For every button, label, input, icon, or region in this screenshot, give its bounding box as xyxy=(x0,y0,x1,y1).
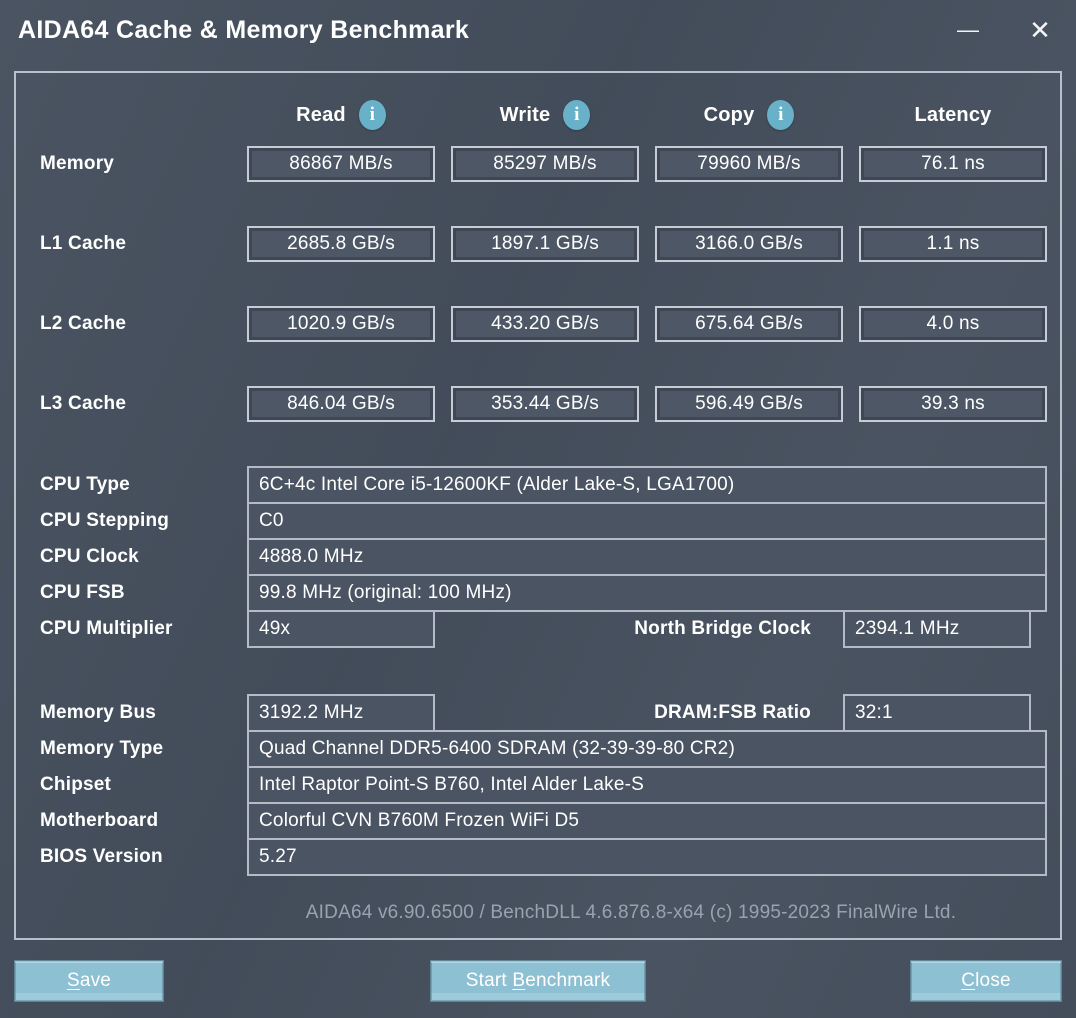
bios-version-label: BIOS Version xyxy=(40,846,163,867)
cpu-multiplier-value: 49x xyxy=(247,610,435,648)
close-window-button[interactable]: ✕ xyxy=(1004,0,1076,60)
bios-version-value: 5.27 xyxy=(247,838,1047,876)
memory-read-value: 86867 MB/s xyxy=(247,146,435,182)
memory-bus-row: Memory Bus 3192.2 MHz DRAM:FSB Ratio 32:… xyxy=(16,694,1031,732)
write-column-label: Write xyxy=(499,103,551,126)
cpu-multiplier-label: CPU Multiplier xyxy=(40,618,173,639)
cpu-multiplier-row: CPU Multiplier 49x North Bridge Clock 23… xyxy=(16,610,1031,648)
column-header-copy: Copy i xyxy=(655,100,843,130)
chipset-value: Intel Raptor Point-S B760, Intel Alder L… xyxy=(247,766,1047,804)
column-header-latency: Latency xyxy=(859,104,1047,127)
title-bar: AIDA64 Cache & Memory Benchmark — ✕ xyxy=(0,0,1076,60)
start-benchmark-button-label: Start Benchmark xyxy=(465,970,611,991)
memory-row-label: Memory xyxy=(40,153,115,174)
latency-column-label: Latency xyxy=(914,103,992,126)
close-button-label: Close xyxy=(961,970,1011,991)
l3-latency-value: 39.3 ns xyxy=(859,386,1047,422)
window-title: AIDA64 Cache & Memory Benchmark xyxy=(18,15,470,44)
info-glyph: i xyxy=(369,104,376,125)
memory-type-value: Quad Channel DDR5-6400 SDRAM (32-39-39-8… xyxy=(247,730,1047,768)
north-bridge-clock-value: 2394.1 MHz xyxy=(843,610,1031,648)
benchmark-row-memory: Memory 86867 MB/s 85297 MB/s 79960 MB/s … xyxy=(16,146,1047,182)
l2-latency-value: 4.0 ns xyxy=(859,306,1047,342)
aida64-benchmark-window: AIDA64 Cache & Memory Benchmark — ✕ Read… xyxy=(0,0,1076,1018)
memory-bus-label: Memory Bus xyxy=(40,702,157,723)
close-icon: ✕ xyxy=(1029,14,1051,45)
cpu-fsb-label: CPU FSB xyxy=(40,582,125,603)
close-button[interactable]: Close xyxy=(910,960,1062,1002)
version-footer: AIDA64 v6.90.6500 / BenchDLL 4.6.876.8-x… xyxy=(305,902,957,923)
l3-copy-value: 596.49 GB/s xyxy=(655,386,843,422)
read-column-label: Read xyxy=(296,103,346,126)
cpu-clock-value: 4888.0 MHz xyxy=(247,538,1047,576)
cpu-type-value: 6C+4c Intel Core i5-12600KF (Alder Lake-… xyxy=(247,466,1047,504)
north-bridge-clock-label: North Bridge Clock xyxy=(634,618,811,639)
memory-latency-value: 76.1 ns xyxy=(859,146,1047,182)
l2-copy-value: 675.64 GB/s xyxy=(655,306,843,342)
cpu-stepping-value: C0 xyxy=(247,502,1047,540)
motherboard-label: Motherboard xyxy=(40,810,159,831)
dram-fsb-ratio-value: 32:1 xyxy=(843,694,1031,732)
read-info-icon[interactable]: i xyxy=(358,100,386,130)
l2-read-value: 1020.9 GB/s xyxy=(247,306,435,342)
benchmark-panel: Read i Write i Copy i Latency Memory 868… xyxy=(14,71,1062,940)
cpu-type-label: CPU Type xyxy=(40,474,130,495)
memory-bus-value: 3192.2 MHz xyxy=(247,694,435,732)
copy-column-label: Copy xyxy=(703,103,755,126)
minimize-button[interactable]: — xyxy=(932,0,1004,60)
memory-type-label: Memory Type xyxy=(40,738,164,759)
column-header-read: Read i xyxy=(247,100,435,130)
write-info-icon[interactable]: i xyxy=(563,100,591,130)
l3-cache-row-label: L3 Cache xyxy=(40,393,127,414)
chipset-label: Chipset xyxy=(40,774,112,795)
column-header-row: Read i Write i Copy i Latency xyxy=(16,100,1031,130)
l1-copy-value: 3166.0 GB/s xyxy=(655,226,843,262)
cpu-fsb-value: 99.8 MHz (original: 100 MHz) xyxy=(247,574,1047,612)
cpu-stepping-label: CPU Stepping xyxy=(40,510,170,531)
chipset-row: Chipset Intel Raptor Point-S B760, Intel… xyxy=(16,766,1047,804)
cpu-stepping-row: CPU Stepping C0 xyxy=(16,502,1047,540)
benchmark-row-l2-cache: L2 Cache 1020.9 GB/s 433.20 GB/s 675.64 … xyxy=(16,306,1047,342)
cpu-type-row: CPU Type 6C+4c Intel Core i5-12600KF (Al… xyxy=(16,466,1047,504)
cpu-info-section: CPU Type 6C+4c Intel Core i5-12600KF (Al… xyxy=(16,466,1060,648)
memory-info-section: Memory Bus 3192.2 MHz DRAM:FSB Ratio 32:… xyxy=(16,694,1060,876)
save-button-label: Save xyxy=(66,970,112,991)
start-benchmark-button[interactable]: Start Benchmark xyxy=(430,960,646,1002)
benchmark-row-l3-cache: L3 Cache 846.04 GB/s 353.44 GB/s 596.49 … xyxy=(16,386,1047,422)
l2-cache-row-label: L2 Cache xyxy=(40,313,127,334)
l1-latency-value: 1.1 ns xyxy=(859,226,1047,262)
memory-type-row: Memory Type Quad Channel DDR5-6400 SDRAM… xyxy=(16,730,1047,768)
motherboard-value: Colorful CVN B760M Frozen WiFi D5 xyxy=(247,802,1047,840)
l1-read-value: 2685.8 GB/s xyxy=(247,226,435,262)
l1-write-value: 1897.1 GB/s xyxy=(451,226,639,262)
dram-fsb-ratio-label: DRAM:FSB Ratio xyxy=(654,702,811,723)
save-button[interactable]: Save xyxy=(14,960,164,1002)
l3-write-value: 353.44 GB/s xyxy=(451,386,639,422)
motherboard-row: Motherboard Colorful CVN B760M Frozen Wi… xyxy=(16,802,1047,840)
info-glyph: i xyxy=(574,104,580,125)
memory-write-value: 85297 MB/s xyxy=(451,146,639,182)
cpu-clock-row: CPU Clock 4888.0 MHz xyxy=(16,538,1047,576)
minimize-icon: — xyxy=(957,17,979,42)
window-controls: — ✕ xyxy=(932,0,1076,60)
l3-read-value: 846.04 GB/s xyxy=(247,386,435,422)
l2-write-value: 433.20 GB/s xyxy=(451,306,639,342)
l1-cache-row-label: L1 Cache xyxy=(40,233,127,254)
memory-copy-value: 79960 MB/s xyxy=(655,146,843,182)
cpu-fsb-row: CPU FSB 99.8 MHz (original: 100 MHz) xyxy=(16,574,1047,612)
bios-version-row: BIOS Version 5.27 xyxy=(16,838,1047,876)
info-glyph: i xyxy=(778,104,784,125)
cpu-clock-label: CPU Clock xyxy=(40,546,139,567)
benchmark-row-l1-cache: L1 Cache 2685.8 GB/s 1897.1 GB/s 3166.0 … xyxy=(16,226,1047,262)
column-header-write: Write i xyxy=(451,100,639,130)
copy-info-icon[interactable]: i xyxy=(767,100,795,130)
